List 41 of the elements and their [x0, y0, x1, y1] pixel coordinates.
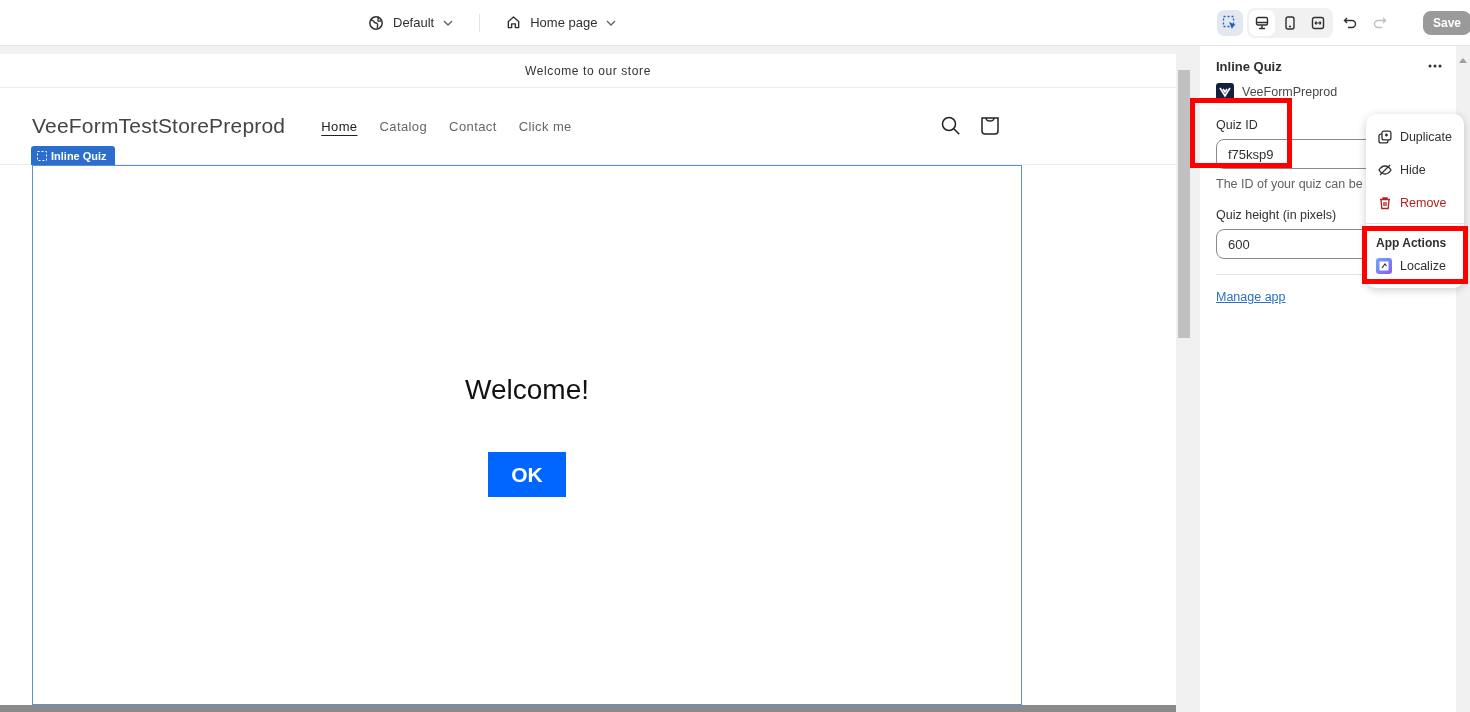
nav-link[interactable]: Contact — [449, 118, 497, 134]
theme-picker[interactable]: Default — [362, 10, 460, 35]
chevron-down-icon — [606, 19, 617, 26]
manage-app-link[interactable]: Manage app — [1216, 290, 1440, 304]
globe-icon — [368, 14, 384, 31]
scrollbar[interactable] — [1176, 46, 1192, 712]
nav-link[interactable]: Home — [321, 118, 358, 134]
store-name[interactable]: VeeFormTestStorePreprod — [32, 114, 286, 138]
home-icon — [506, 15, 522, 30]
bag-icon[interactable] — [980, 116, 1000, 136]
eye-slash-icon — [1378, 162, 1392, 177]
more-icon[interactable] — [1428, 64, 1442, 68]
undo-icon — [1343, 15, 1357, 30]
search-icon[interactable] — [941, 116, 961, 136]
nav-link[interactable]: Click me — [518, 118, 572, 134]
app-name: VeeFormPreprod — [1242, 85, 1338, 99]
trash-icon — [1378, 195, 1392, 210]
menu-item[interactable]: Remove — [1366, 186, 1464, 219]
help-text: The ID of your quiz can be — [1216, 177, 1364, 191]
duplicate-icon — [1378, 129, 1392, 144]
expand-width-icon — [1311, 15, 1325, 30]
panel-title: Inline Quiz — [1216, 58, 1282, 74]
quiz-heading: Welcome! — [465, 374, 589, 406]
app-icon — [1376, 258, 1392, 274]
section-tag[interactable]: Inline Quiz — [31, 146, 115, 165]
field-label: Quiz ID — [1216, 118, 1259, 132]
cursor-icon — [1222, 14, 1238, 31]
redo-icon — [1373, 15, 1387, 30]
desktop-icon — [1255, 15, 1269, 30]
scrollbar[interactable] — [0, 705, 1176, 712]
ok-button[interactable]: OK — [488, 452, 566, 497]
scrollbar-thumb[interactable] — [1178, 70, 1190, 338]
select-tool-button[interactable] — [1217, 9, 1243, 36]
selection-icon — [37, 150, 47, 161]
template-picker[interactable]: Home page — [500, 11, 623, 34]
nav-link[interactable]: Catalog — [379, 118, 428, 134]
device-button[interactable] — [1249, 9, 1275, 36]
chevron-down-icon — [443, 19, 454, 26]
announcement-text: Welcome to our store — [525, 63, 651, 78]
field-label: Quiz height (in pixels) — [1216, 208, 1338, 222]
phone-icon — [1283, 15, 1297, 30]
